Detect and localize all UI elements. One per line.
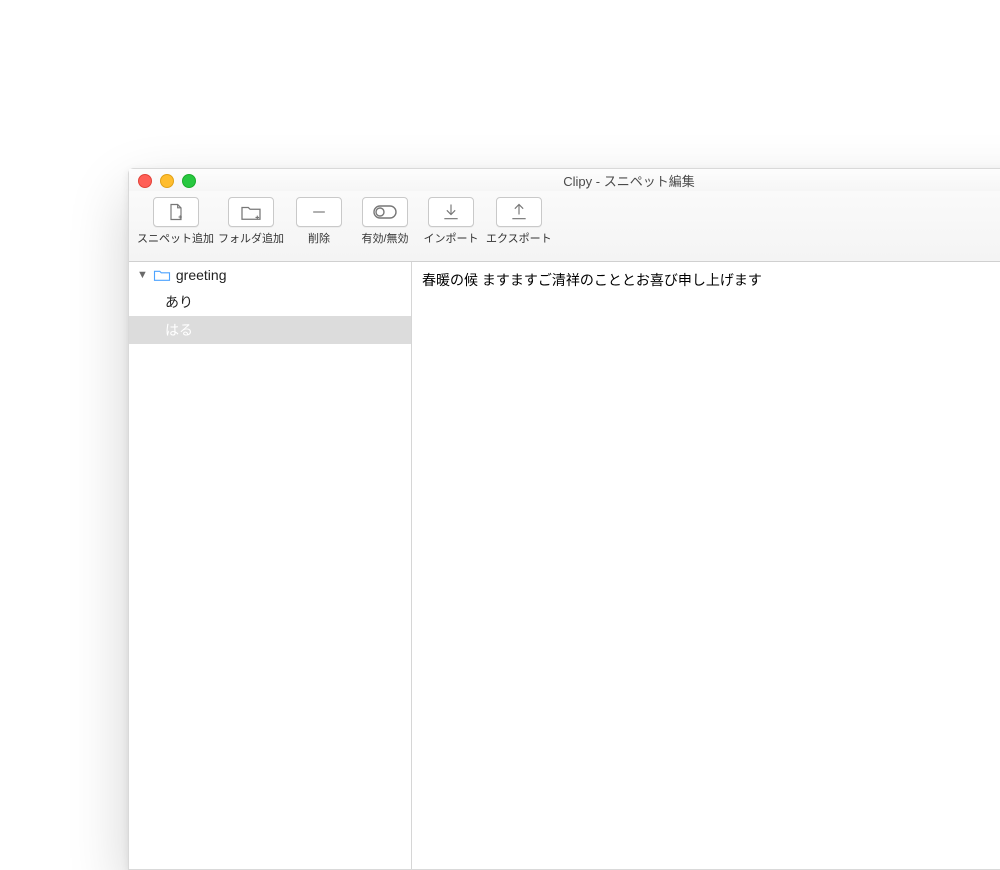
export-label: エクスポート	[486, 230, 552, 246]
toggle-label: 有効/無効	[361, 230, 408, 246]
folder-row[interactable]: ▼ greeting	[129, 262, 411, 288]
toggle-button[interactable]: 有効/無効	[354, 197, 416, 246]
toggle-icon	[362, 197, 408, 227]
titlebar: Clipy - スニペット編集	[129, 169, 1000, 191]
import-button[interactable]: インポート	[420, 197, 482, 246]
app-window: Clipy - スニペット編集 スニペット追加 フォルダ追加 削除 有効/無効	[128, 168, 1000, 870]
export-icon	[496, 197, 542, 227]
snippet-item[interactable]: あり	[129, 288, 411, 316]
delete-button[interactable]: 削除	[288, 197, 350, 246]
window-title: Clipy - スニペット編集	[563, 171, 694, 190]
close-icon[interactable]	[138, 174, 152, 188]
folder-plus-icon	[228, 197, 274, 227]
snippet-label: あり	[165, 292, 193, 312]
editor-pane[interactable]: 春暖の候 ますますご清祥のこととお喜び申し上げます	[412, 262, 1000, 869]
toolbar: スニペット追加 フォルダ追加 削除 有効/無効 インポート	[129, 191, 1000, 262]
snippet-item[interactable]: はる	[129, 316, 411, 344]
snippet-label: はる	[165, 320, 193, 340]
folder-icon	[153, 268, 171, 282]
delete-label: 削除	[308, 230, 330, 246]
add-snippet-button[interactable]: スニペット追加	[137, 197, 214, 246]
minus-icon	[296, 197, 342, 227]
disclosure-triangle-icon[interactable]: ▼	[137, 269, 148, 281]
zoom-icon[interactable]	[182, 174, 196, 188]
import-label: インポート	[424, 230, 479, 246]
add-folder-button[interactable]: フォルダ追加	[218, 197, 284, 246]
export-button[interactable]: エクスポート	[486, 197, 552, 246]
minimize-icon[interactable]	[160, 174, 174, 188]
file-plus-icon	[153, 197, 199, 227]
sidebar: ▼ greeting あり はる	[129, 262, 412, 869]
add-snippet-label: スニペット追加	[137, 230, 214, 246]
window-body: ▼ greeting あり はる 春暖の候 ますますご清祥のこととお喜び申し上げ…	[129, 262, 1000, 869]
import-icon	[428, 197, 474, 227]
add-folder-label: フォルダ追加	[218, 230, 284, 246]
folder-name: greeting	[176, 267, 227, 283]
traffic-lights	[138, 174, 196, 188]
editor-text: 春暖の候 ますますご清祥のこととお喜び申し上げます	[422, 272, 762, 288]
